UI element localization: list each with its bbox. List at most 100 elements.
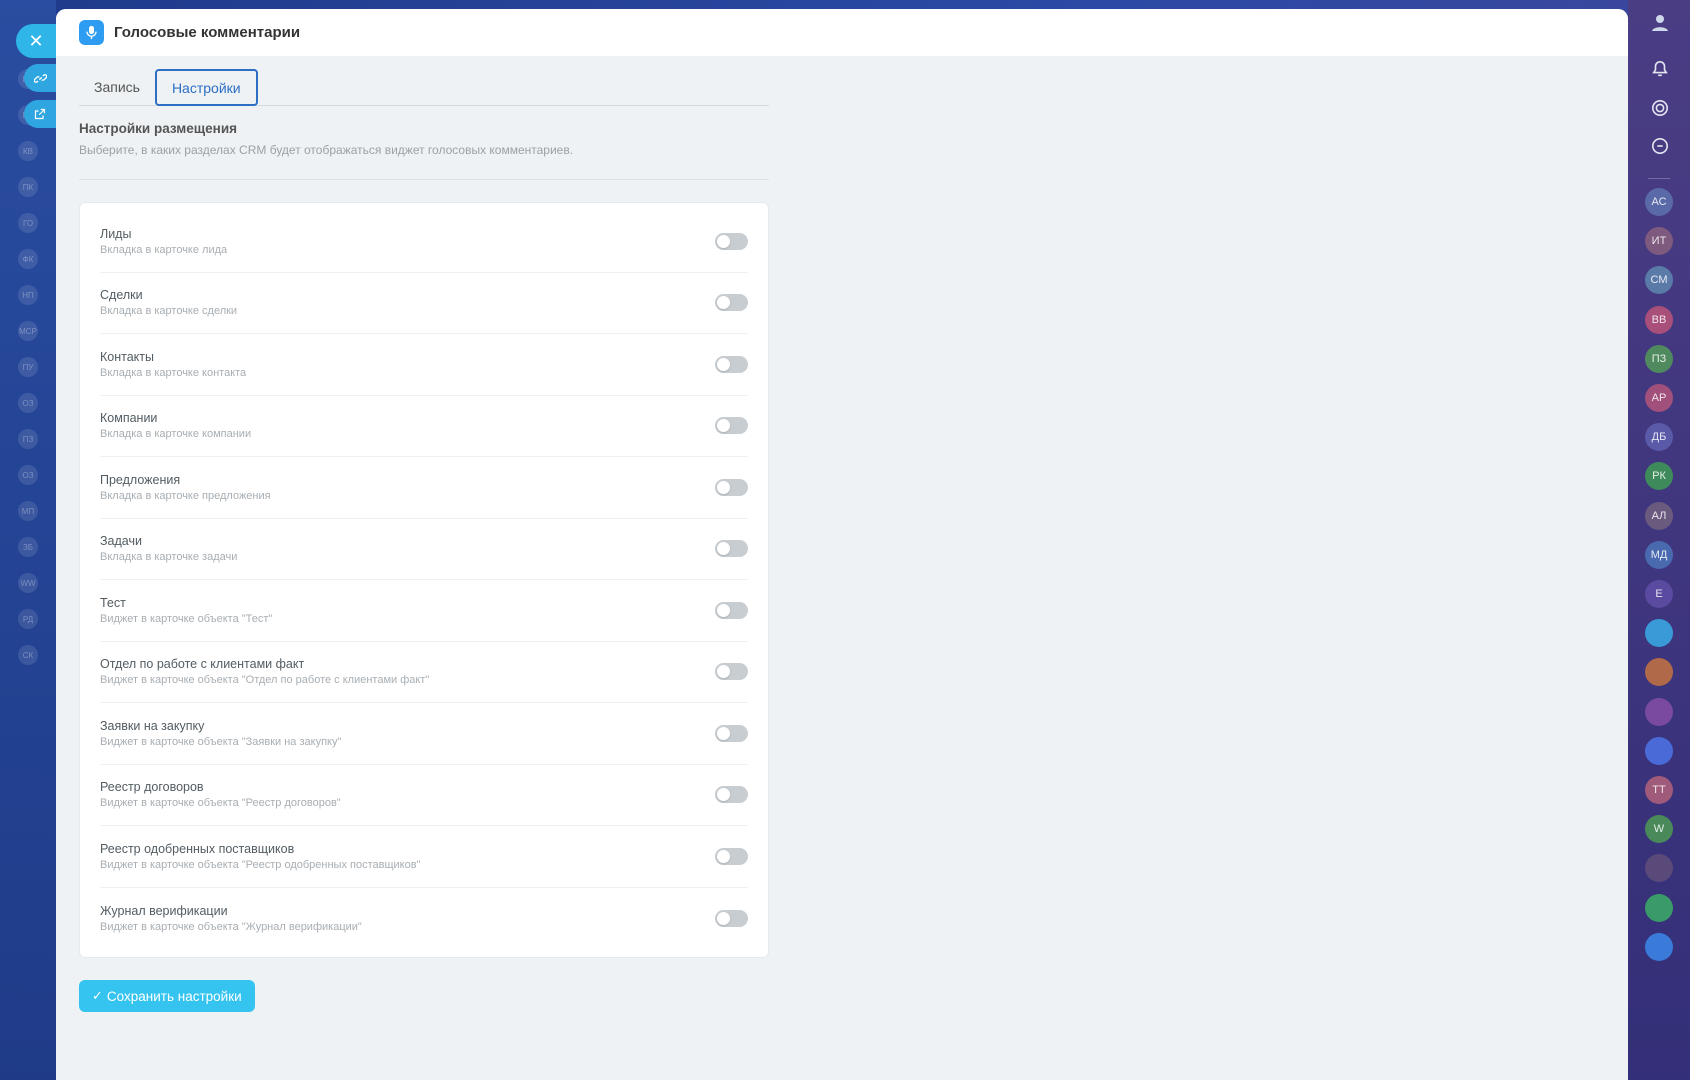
- placement-toggle[interactable]: [715, 294, 748, 312]
- placement-toggle[interactable]: [715, 909, 748, 927]
- copy-link-button[interactable]: [24, 64, 56, 92]
- external-link-icon: [34, 108, 46, 120]
- section-description: Выберите, в каких разделах CRM будет ото…: [79, 143, 574, 157]
- recent-chat-avatar[interactable]: [1645, 932, 1673, 961]
- toggle-knob: [717, 357, 730, 371]
- settings-content: Запись Настройки Настройки размещения Вы…: [79, 56, 769, 1012]
- placement-label: Реестр одобренных поставщиков: [100, 841, 295, 856]
- recent-chat-avatar[interactable]: АЛ: [1645, 501, 1673, 530]
- placement-description: Вкладка в карточке компании: [100, 428, 252, 441]
- background-nav-avatar: ОЗ: [18, 465, 38, 485]
- placement-row: Лиды Вкладка в карточке лида: [100, 211, 748, 273]
- background-nav-avatar: НП: [18, 285, 38, 305]
- background-nav-avatar: ЗБ: [18, 537, 38, 557]
- placement-text: Реестр одобренных поставщиков Виджет в ка…: [100, 842, 420, 871]
- toggle-knob: [717, 480, 730, 494]
- placement-text: Контакты Вкладка в карточке контакта: [100, 350, 246, 379]
- background-nav-avatar: ПК: [18, 177, 38, 197]
- toggle-knob: [717, 849, 730, 863]
- placement-row: Отдел по работе с клиентами факт Виджет в…: [100, 642, 748, 703]
- recent-chat-avatar[interactable]: [1645, 619, 1673, 648]
- background-nav-avatar: ФК: [18, 249, 38, 269]
- recent-chat-avatar[interactable]: ДБ: [1645, 423, 1673, 452]
- background-nav-avatar: ПУ: [18, 357, 38, 377]
- placement-text: Реестр договоров Виджет в карточке объект…: [100, 780, 341, 809]
- microphone-icon: [79, 20, 104, 45]
- background-nav-avatar: МП: [18, 501, 38, 521]
- placement-toggle[interactable]: [715, 232, 748, 250]
- placement-row: Компании Вкладка в карточке компании: [100, 396, 748, 457]
- recent-chat-avatar[interactable]: ТТ: [1645, 776, 1673, 804]
- stream-icon[interactable]: [1646, 94, 1674, 122]
- notifications-bell-icon[interactable]: [1646, 55, 1674, 83]
- placement-label: Лиды: [100, 226, 132, 241]
- recent-chat-avatar[interactable]: РК: [1645, 462, 1673, 491]
- placement-toggle[interactable]: [715, 786, 748, 804]
- placement-row: Задачи Вкладка в карточке задачи: [100, 519, 748, 580]
- placement-label: Заявки на закупку: [100, 718, 205, 733]
- placement-toggle[interactable]: [715, 478, 748, 496]
- placement-text: Заявки на закупку Виджет в карточке объек…: [100, 719, 341, 748]
- recent-chat-avatar[interactable]: СМ: [1645, 266, 1673, 295]
- right-bar-divider: [1648, 178, 1670, 179]
- recent-chat-avatar[interactable]: МД: [1645, 540, 1673, 569]
- placement-row: Журнал верификации Виджет в карточке объе…: [100, 888, 748, 950]
- background-nav-avatar: ПЗ: [18, 429, 38, 449]
- recent-chat-avatar[interactable]: [1645, 697, 1673, 726]
- tab-settings[interactable]: Настройки: [154, 69, 258, 106]
- recent-chat-avatar[interactable]: Е: [1645, 580, 1673, 608]
- placement-text: Отдел по работе с клиентами факт Виджет в…: [100, 657, 429, 686]
- toggle-knob: [717, 542, 730, 556]
- placement-label: Журнал верификации: [100, 903, 228, 918]
- slider-title: Голосовые комментарии: [114, 24, 301, 41]
- toggle-knob: [717, 665, 730, 679]
- placement-toggle[interactable]: [715, 601, 748, 619]
- background-nav-avatar: РД: [18, 609, 38, 629]
- recent-chat-avatar[interactable]: [1645, 736, 1673, 765]
- placement-label: Реестр договоров: [100, 780, 204, 795]
- recent-chat-avatar[interactable]: [1645, 854, 1673, 883]
- user-account-icon[interactable]: [1646, 8, 1674, 36]
- placement-toggle[interactable]: [715, 724, 748, 742]
- placement-toggle[interactable]: [715, 417, 748, 435]
- background-nav-avatar: СК: [18, 645, 38, 665]
- placement-toggle[interactable]: [715, 847, 748, 865]
- placement-label: Задачи: [100, 534, 142, 549]
- check-icon: ✓: [92, 988, 103, 1003]
- close-icon: ✕: [28, 30, 44, 51]
- toggle-knob: [717, 911, 730, 925]
- placement-description: Виджет в карточке объекта "Заявки на зак…: [100, 735, 342, 748]
- placement-row: Реестр договоров Виджет в карточке объект…: [100, 765, 748, 826]
- save-settings-button[interactable]: ✓ Сохранить настройки: [79, 980, 255, 1012]
- search-chat-icon[interactable]: [1646, 132, 1674, 160]
- toggle-knob: [717, 234, 730, 248]
- placement-description: Вкладка в карточке контакта: [100, 366, 247, 379]
- section-title: Настройки размещения: [79, 121, 237, 136]
- toggle-knob: [717, 419, 730, 433]
- recent-chat-avatar[interactable]: АР: [1645, 384, 1673, 412]
- placement-row: Предложения Вкладка в карточке предложени…: [100, 457, 748, 519]
- placement-text: Компании Вкладка в карточке компании: [100, 411, 251, 440]
- placement-toggle[interactable]: [715, 540, 748, 558]
- placement-label: Сделки: [100, 288, 143, 303]
- placement-description: Вкладка в карточке задачи: [100, 551, 238, 564]
- placement-text: Лиды Вкладка в карточке лида: [100, 227, 227, 256]
- placement-description: Вкладка в карточке лида: [100, 243, 228, 256]
- background-nav-avatar: КВ: [18, 141, 38, 161]
- recent-chat-avatar[interactable]: W: [1645, 815, 1673, 844]
- placement-toggle[interactable]: [715, 663, 748, 681]
- placement-description: Виджет в карточке объекта "Реестр догово…: [100, 797, 341, 810]
- recent-chat-avatar[interactable]: ВВ: [1645, 305, 1673, 334]
- background-nav-avatar: WW: [18, 573, 38, 593]
- recent-chat-avatar[interactable]: [1645, 658, 1673, 687]
- toggle-knob: [717, 603, 730, 617]
- recent-chat-avatar[interactable]: ПЗ: [1645, 344, 1673, 373]
- placement-toggle[interactable]: [715, 355, 748, 373]
- recent-chat-avatar[interactable]: [1645, 893, 1673, 922]
- open-new-window-button[interactable]: [24, 100, 56, 128]
- recent-chat-avatar[interactable]: АС: [1645, 188, 1673, 216]
- placement-description: Виджет в карточке объекта "Тест": [100, 612, 273, 625]
- recent-chat-avatar[interactable]: ИТ: [1645, 227, 1673, 256]
- close-slider-button[interactable]: ✕: [16, 24, 56, 58]
- tab-record[interactable]: Запись: [79, 68, 155, 105]
